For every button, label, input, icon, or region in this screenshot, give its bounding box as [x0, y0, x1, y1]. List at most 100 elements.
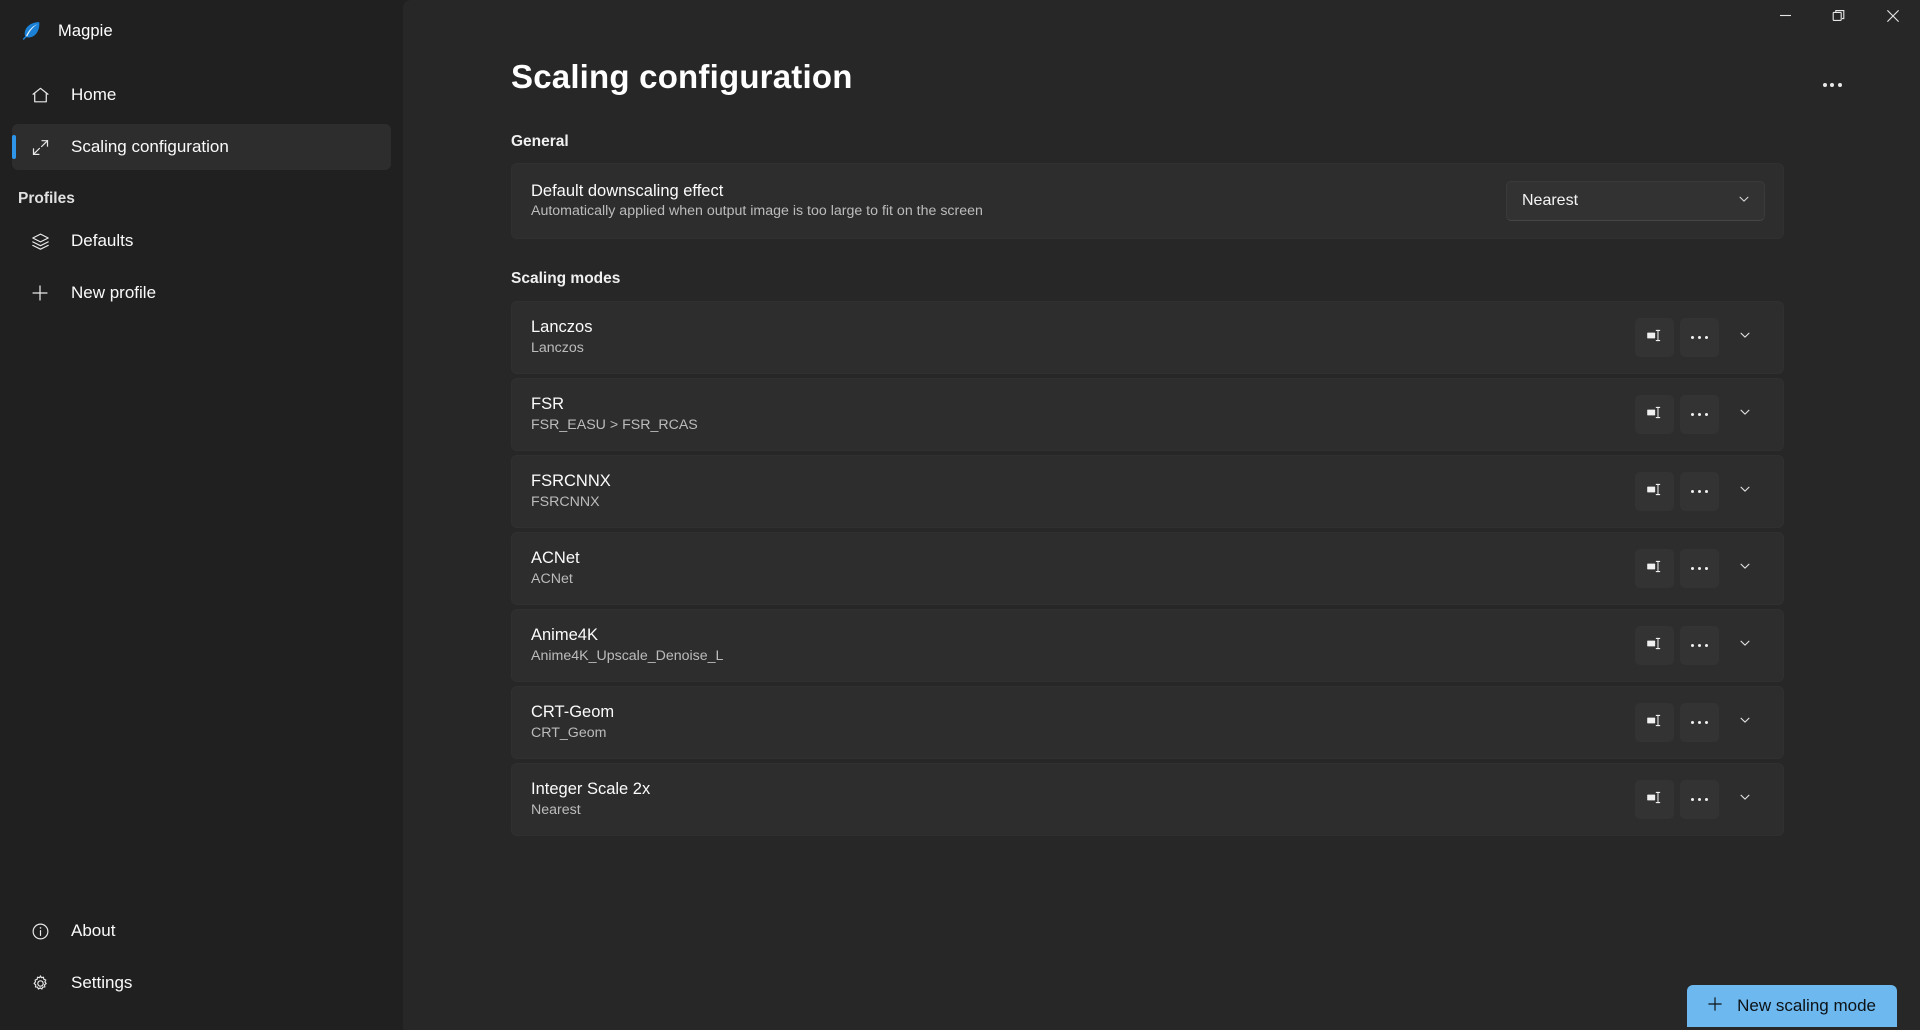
restore-icon [1832, 9, 1846, 28]
scaling-mode-actions [1635, 472, 1765, 511]
rename-scaling-mode-button[interactable] [1635, 626, 1674, 665]
card-texts: ACNet ACNet [531, 548, 580, 588]
feather-icon [18, 18, 44, 44]
default-downscaling-effect-card: Default downscaling effect Automatically… [511, 163, 1784, 239]
sidebar-item-new-profile[interactable]: New profile [12, 270, 391, 316]
more-horizontal-icon [1690, 566, 1709, 571]
expand-scaling-mode-button[interactable] [1725, 395, 1765, 434]
sidebar-item-label: Settings [71, 973, 133, 992]
close-button[interactable] [1866, 0, 1920, 36]
scaling-mode-more-button[interactable] [1680, 395, 1719, 434]
setting-title: Default downscaling effect [531, 181, 724, 200]
expand-scaling-mode-button[interactable] [1725, 472, 1765, 511]
scaling-mode-row: FSRCNNX FSRCNNX [511, 455, 1784, 528]
scaling-mode-row: FSR FSR_EASU > FSR_RCAS [511, 378, 1784, 451]
scaling-mode-name: Integer Scale 2x [531, 780, 651, 799]
scaling-mode-row: Lanczos Lanczos [511, 301, 1784, 374]
sidebar-item-label: About [71, 921, 116, 940]
rename-icon [1645, 557, 1664, 581]
rename-scaling-mode-button[interactable] [1635, 549, 1674, 588]
scaling-mode-effects: FSR_EASU > FSR_RCAS [531, 416, 698, 433]
rename-scaling-mode-button[interactable] [1635, 780, 1674, 819]
sidebar-item-settings[interactable]: Settings [12, 960, 391, 1006]
sidebar-item-label: Scaling configuration [71, 137, 229, 156]
new-scaling-mode-button[interactable]: New scaling mode [1687, 985, 1897, 1027]
expand-scaling-mode-button[interactable] [1725, 549, 1765, 588]
setting-description: Automatically applied when output image … [531, 203, 983, 220]
card-texts: Integer Scale 2x Nearest [531, 779, 650, 819]
more-horizontal-icon [1690, 797, 1709, 802]
page-title: Scaling configuration [511, 58, 853, 95]
sidebar-item-scaling-configuration[interactable]: Scaling configuration [12, 124, 391, 170]
resize-arrows-icon [29, 136, 51, 158]
sidebar-item-label: New profile [71, 283, 157, 302]
rename-scaling-mode-button[interactable] [1635, 703, 1674, 742]
chevron-down-icon [1737, 192, 1751, 211]
page-header: Scaling configuration [403, 0, 1920, 102]
scaling-mode-name: Anime4K [531, 626, 598, 645]
scaling-mode-row: ACNet ACNet [511, 532, 1784, 605]
rename-icon [1645, 711, 1664, 735]
scaling-mode-more-button[interactable] [1680, 703, 1719, 742]
scaling-mode-more-button[interactable] [1680, 549, 1719, 588]
scaling-mode-actions [1635, 318, 1765, 357]
sidebar-nav-top: Home Scaling configuration Profiles Defa… [0, 72, 403, 322]
scaling-mode-row: CRT-Geom CRT_Geom [511, 686, 1784, 759]
downscaling-effect-dropdown[interactable]: Nearest [1506, 181, 1765, 221]
home-icon [29, 84, 51, 106]
scaling-mode-effects: CRT_Geom [531, 724, 607, 741]
rename-icon [1645, 788, 1664, 812]
card-texts: CRT-Geom CRT_Geom [531, 702, 614, 742]
app-brand: Magpie [0, 0, 403, 62]
info-circle-icon [29, 920, 51, 942]
card-texts: FSR FSR_EASU > FSR_RCAS [531, 394, 698, 434]
sidebar: Magpie Home Scaling configuration Profil… [0, 0, 403, 1030]
chevron-down-icon [1738, 790, 1752, 809]
window-controls [1758, 0, 1920, 36]
card-texts: Default downscaling effect Automatically… [531, 181, 983, 221]
sidebar-item-label: Home [71, 85, 117, 104]
scaling-mode-actions [1635, 626, 1765, 665]
expand-scaling-mode-button[interactable] [1725, 626, 1765, 665]
expand-scaling-mode-button[interactable] [1725, 780, 1765, 819]
scaling-mode-more-button[interactable] [1680, 472, 1719, 511]
scaling-mode-actions [1635, 703, 1765, 742]
scaling-mode-name: Lanczos [531, 318, 593, 337]
scaling-mode-effects: FSRCNNX [531, 493, 600, 510]
scaling-mode-name: FSR [531, 395, 564, 414]
chevron-down-icon [1738, 636, 1752, 655]
plus-icon [1705, 994, 1725, 1018]
sidebar-item-about[interactable]: About [12, 908, 391, 954]
scaling-mode-name: ACNet [531, 549, 580, 568]
scaling-mode-more-button[interactable] [1680, 626, 1719, 665]
sidebar-item-home[interactable]: Home [12, 72, 391, 118]
chevron-down-icon [1738, 405, 1752, 424]
scaling-mode-actions [1635, 395, 1765, 434]
expand-scaling-mode-button[interactable] [1725, 703, 1765, 742]
sidebar-nav-bottom: About Settings [0, 908, 403, 1012]
more-horizontal-icon [1690, 412, 1709, 417]
scaling-mode-effects: ACNet [531, 570, 573, 587]
scaling-mode-name: CRT-Geom [531, 703, 615, 722]
page-more-button[interactable] [1812, 68, 1852, 102]
scaling-mode-actions [1635, 780, 1765, 819]
chevron-down-icon [1738, 328, 1752, 347]
scaling-mode-name: FSRCNNX [531, 472, 611, 491]
rename-scaling-mode-button[interactable] [1635, 472, 1674, 511]
gear-icon [29, 972, 51, 994]
scaling-mode-more-button[interactable] [1680, 780, 1719, 819]
sidebar-item-defaults[interactable]: Defaults [12, 218, 391, 264]
chevron-down-icon [1738, 713, 1752, 732]
general-group-label: General [511, 133, 569, 150]
rename-icon [1645, 634, 1664, 658]
app-window: Magpie Home Scaling configuration Profil… [0, 0, 1920, 1030]
scaling-mode-more-button[interactable] [1680, 318, 1719, 357]
close-icon [1886, 9, 1900, 28]
expand-scaling-mode-button[interactable] [1725, 318, 1765, 357]
more-horizontal-icon [1690, 489, 1709, 494]
maximize-button[interactable] [1812, 0, 1866, 36]
rename-scaling-mode-button[interactable] [1635, 395, 1674, 434]
minimize-button[interactable] [1758, 0, 1812, 36]
chevron-down-icon [1738, 559, 1752, 578]
rename-scaling-mode-button[interactable] [1635, 318, 1674, 357]
